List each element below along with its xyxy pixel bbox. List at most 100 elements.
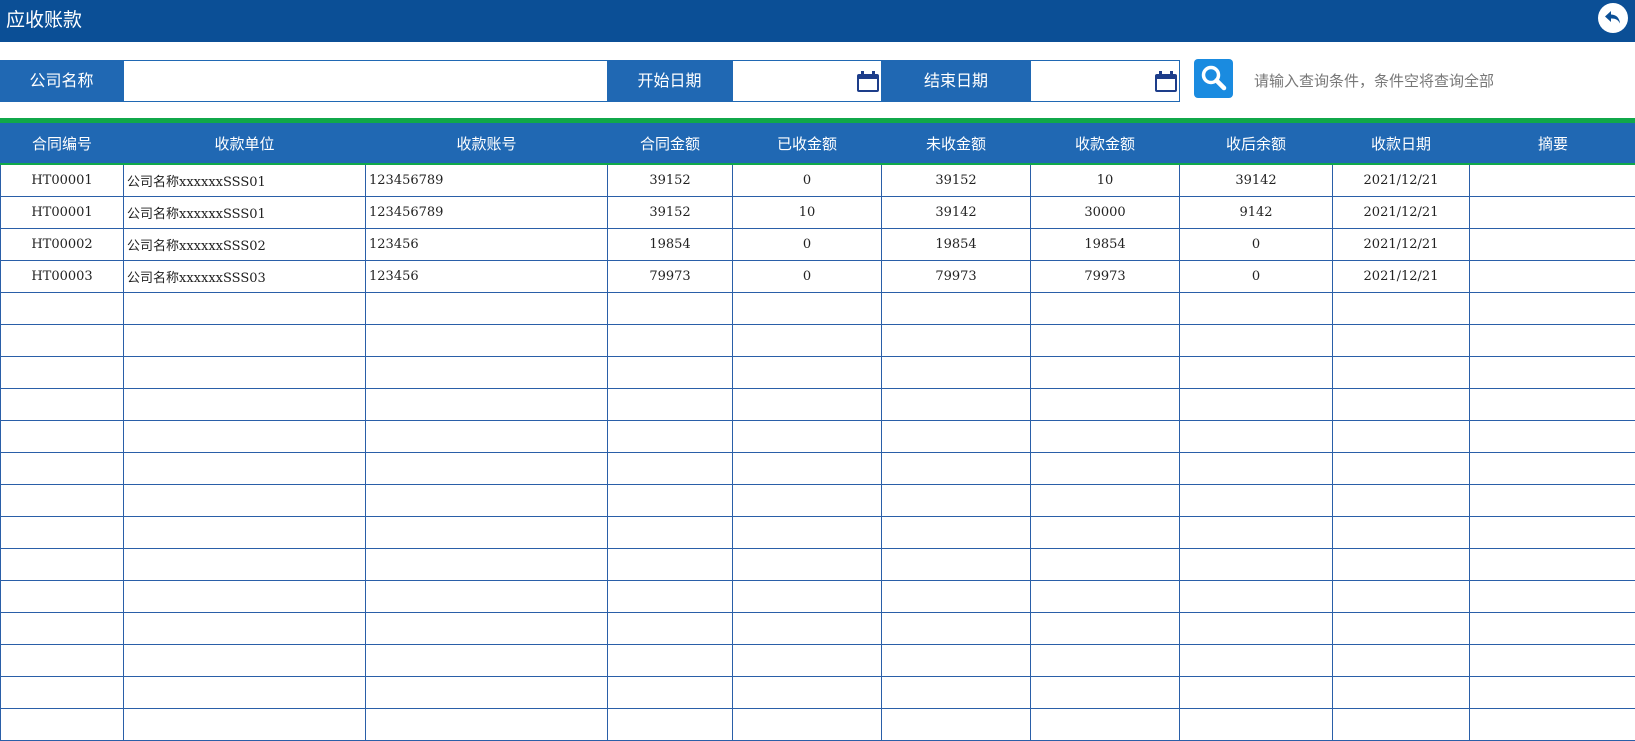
table-cell[interactable]: 公司名称xxxxxxSSS02 (124, 229, 366, 261)
table-cell[interactable] (882, 645, 1031, 677)
table-cell[interactable] (124, 453, 366, 485)
table-cell[interactable] (366, 421, 608, 453)
table-cell[interactable] (733, 453, 882, 485)
table-cell[interactable] (608, 389, 733, 421)
table-cell[interactable]: 123456 (366, 229, 608, 261)
table-cell[interactable] (882, 421, 1031, 453)
table-cell[interactable]: 0 (733, 261, 882, 293)
table-cell[interactable] (124, 517, 366, 549)
table-row[interactable] (1, 709, 1635, 741)
table-cell[interactable] (1333, 581, 1470, 613)
table-row[interactable] (1, 645, 1635, 677)
table-row[interactable] (1, 357, 1635, 389)
table-cell[interactable] (882, 453, 1031, 485)
table-cell[interactable]: 10 (733, 197, 882, 229)
table-cell[interactable] (1470, 453, 1635, 485)
table-cell[interactable] (124, 485, 366, 517)
table-cell[interactable] (124, 645, 366, 677)
table-cell[interactable] (1470, 485, 1635, 517)
table-cell[interactable]: 123456789 (366, 164, 608, 197)
table-cell[interactable] (1031, 581, 1180, 613)
table-cell[interactable] (733, 389, 882, 421)
table-cell[interactable] (366, 613, 608, 645)
table-cell[interactable]: 39152 (882, 164, 1031, 197)
table-cell[interactable]: 30000 (1031, 197, 1180, 229)
table-cell[interactable] (608, 677, 733, 709)
table-cell[interactable] (608, 357, 733, 389)
table-cell[interactable] (1333, 485, 1470, 517)
table-cell[interactable] (1470, 389, 1635, 421)
table-cell[interactable] (1, 421, 124, 453)
table-cell[interactable] (1031, 293, 1180, 325)
table-cell[interactable] (733, 677, 882, 709)
table-cell[interactable]: 39152 (608, 197, 733, 229)
table-cell[interactable] (124, 613, 366, 645)
table-cell[interactable] (1180, 581, 1333, 613)
table-cell[interactable] (1333, 421, 1470, 453)
table-cell[interactable] (366, 709, 608, 741)
table-cell[interactable] (1031, 389, 1180, 421)
table-cell[interactable]: 19854 (882, 229, 1031, 261)
table-cell[interactable] (1470, 517, 1635, 549)
table-cell[interactable] (1470, 229, 1635, 261)
table-cell[interactable] (1333, 453, 1470, 485)
column-header[interactable]: 收款金额 (1031, 124, 1180, 165)
column-header[interactable]: 合同金额 (608, 124, 733, 165)
table-cell[interactable] (882, 709, 1031, 741)
table-row[interactable]: HT00003公司名称xxxxxxSSS03123456799730799737… (1, 261, 1635, 293)
table-cell[interactable] (733, 485, 882, 517)
table-cell[interactable] (608, 709, 733, 741)
table-cell[interactable]: 0 (733, 164, 882, 197)
table-cell[interactable] (882, 549, 1031, 581)
table-cell[interactable] (1180, 709, 1333, 741)
table-cell[interactable] (1333, 517, 1470, 549)
table-cell[interactable] (882, 517, 1031, 549)
table-cell[interactable] (1, 613, 124, 645)
table-cell[interactable] (733, 613, 882, 645)
table-cell[interactable]: 2021/12/21 (1333, 164, 1470, 197)
table-cell[interactable] (366, 645, 608, 677)
table-cell[interactable] (1333, 613, 1470, 645)
table-cell[interactable]: HT00003 (1, 261, 124, 293)
table-cell[interactable] (733, 549, 882, 581)
table-cell[interactable] (366, 293, 608, 325)
table-cell[interactable] (608, 517, 733, 549)
table-cell[interactable] (1470, 293, 1635, 325)
table-cell[interactable] (1031, 549, 1180, 581)
table-cell[interactable]: 123456789 (366, 197, 608, 229)
table-cell[interactable] (1333, 389, 1470, 421)
table-row[interactable]: HT00002公司名称xxxxxxSSS02123456198540198541… (1, 229, 1635, 261)
table-cell[interactable] (733, 421, 882, 453)
table-cell[interactable] (1180, 613, 1333, 645)
table-cell[interactable] (1180, 453, 1333, 485)
table-row[interactable] (1, 517, 1635, 549)
table-cell[interactable] (1180, 485, 1333, 517)
table-cell[interactable]: 0 (1180, 229, 1333, 261)
table-cell[interactable] (1470, 357, 1635, 389)
table-row[interactable] (1, 325, 1635, 357)
table-cell[interactable] (1, 645, 124, 677)
table-cell[interactable] (1180, 357, 1333, 389)
table-cell[interactable] (733, 645, 882, 677)
table-cell[interactable] (1333, 549, 1470, 581)
table-cell[interactable] (124, 549, 366, 581)
table-cell[interactable]: HT00001 (1, 197, 124, 229)
table-cell[interactable] (733, 709, 882, 741)
column-header[interactable]: 收款账号 (366, 124, 608, 165)
table-cell[interactable] (366, 549, 608, 581)
table-cell[interactable]: 19854 (608, 229, 733, 261)
table-cell[interactable] (608, 549, 733, 581)
table-cell[interactable] (366, 517, 608, 549)
table-cell[interactable]: 123456 (366, 261, 608, 293)
table-cell[interactable]: 2021/12/21 (1333, 261, 1470, 293)
table-cell[interactable] (1, 453, 124, 485)
table-cell[interactable] (366, 357, 608, 389)
table-cell[interactable] (366, 485, 608, 517)
table-cell[interactable] (1, 357, 124, 389)
column-header[interactable]: 收款单位 (124, 124, 366, 165)
table-cell[interactable] (608, 485, 733, 517)
table-cell[interactable]: 10 (1031, 164, 1180, 197)
table-cell[interactable] (1333, 357, 1470, 389)
table-cell[interactable]: 79973 (608, 261, 733, 293)
table-cell[interactable] (1470, 613, 1635, 645)
